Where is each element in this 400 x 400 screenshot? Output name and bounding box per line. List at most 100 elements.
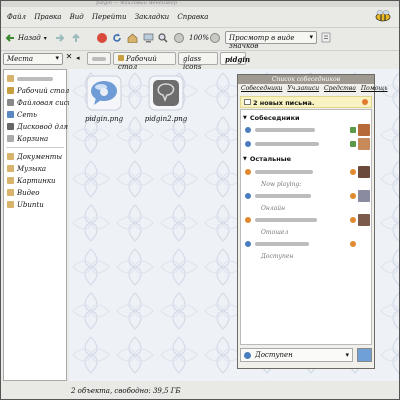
mail-notification-text: 2 новых письма.: [253, 99, 315, 107]
home-button[interactable]: [127, 32, 138, 44]
zoom-in-button[interactable]: [210, 32, 220, 44]
activity-icon: [350, 141, 356, 147]
close-sidebar-button[interactable]: ✕: [64, 52, 74, 64]
trash-icon: [7, 135, 14, 142]
file-manager-window: pidgin — Файловый менеджер Файл Правка В…: [0, 0, 400, 400]
folder-icon: [7, 189, 14, 196]
desktop-icon: [7, 87, 14, 94]
search-button[interactable]: [158, 32, 168, 44]
sidebar-home-label-blurred: [17, 76, 53, 81]
reload-button[interactable]: [112, 32, 122, 44]
activity-icon: [350, 127, 356, 133]
zoom-out-button[interactable]: [174, 32, 184, 44]
back-arrow-icon: [5, 34, 14, 42]
status-available-icon: [245, 241, 251, 247]
sidebar-item-network[interactable]: Сеть: [7, 109, 37, 120]
group-header[interactable]: ▼ Остальные: [243, 154, 291, 164]
zoom-level[interactable]: 100%: [189, 32, 209, 44]
network-icon: [7, 111, 14, 118]
back-dropdown-icon[interactable]: ▾: [44, 35, 47, 42]
buddy-list-menu: Собеседники Уч.записи Средства Помощь: [238, 85, 388, 94]
buddy-row[interactable]: [241, 238, 371, 250]
places-select[interactable]: Места ▾: [3, 53, 63, 65]
sidebar-item-desktop-label: Рабочий стол: [17, 86, 70, 95]
avatar: [358, 190, 370, 202]
sidebar-item-music[interactable]: Музыка: [7, 163, 46, 174]
buddy-row[interactable]: [241, 166, 371, 178]
avatar: [358, 124, 370, 136]
mail-notification[interactable]: 2 новых письма.: [240, 96, 372, 108]
breadcrumb-pidgin[interactable]: pidgin: [220, 52, 250, 65]
menu-help[interactable]: Помощь: [361, 85, 388, 92]
group-name: Собеседники: [249, 114, 300, 122]
buddy-name-blurred: [255, 142, 319, 146]
sidebar-item-trash-label: Корзина: [17, 134, 49, 143]
collapse-triangle-icon: ▼: [243, 115, 247, 121]
stop-button[interactable]: [97, 32, 107, 44]
menu-view[interactable]: Вид: [67, 9, 87, 21]
file-item-pidgin2[interactable]: pidgin2.png: [141, 75, 191, 123]
menu-edit[interactable]: Правка: [31, 9, 64, 21]
sidebar-item-ubuntu[interactable]: Ubuntu: [7, 199, 44, 210]
forward-arrow-icon: [56, 34, 65, 42]
group-name: Остальные: [249, 155, 292, 163]
sidebar-item-home[interactable]: [7, 73, 53, 84]
up-arrow-icon: [72, 33, 80, 42]
breadcrumb-glass-icons[interactable]: glass icons: [178, 52, 218, 71]
buddy-name-blurred: [255, 242, 309, 246]
menu-accounts[interactable]: Уч.записи: [287, 85, 319, 92]
title-bar[interactable]: pidgin — Файловый менеджер: [1, 0, 399, 7]
back-button[interactable]: Назад ▾: [5, 32, 47, 44]
sidebar-item-video-label: Видео: [17, 188, 40, 197]
status-available-icon: [244, 352, 251, 359]
chevron-down-icon: ▾: [345, 351, 349, 359]
pidgin-bubble-icon: [86, 75, 122, 111]
toolbar: Назад ▾ 100%: [1, 27, 399, 48]
buddy-name-blurred: [255, 218, 317, 222]
avatar: [358, 214, 370, 226]
buddy-list-title[interactable]: Список собеседников: [238, 75, 374, 84]
sidebar-item-trash[interactable]: Корзина: [7, 133, 48, 144]
computer-button[interactable]: [143, 32, 154, 44]
sidebar-item-pictures[interactable]: Картинки: [7, 175, 56, 186]
sidebar-item-desktop[interactable]: Рабочий стол: [7, 85, 69, 96]
buddy-name-blurred: [255, 170, 313, 174]
close-notification-icon[interactable]: [362, 99, 368, 105]
menu-help[interactable]: Справка: [174, 9, 211, 21]
buddy-row[interactable]: [241, 124, 371, 136]
status-selector[interactable]: Доступен ▾: [240, 348, 353, 362]
menu-buddies[interactable]: Собеседники: [241, 85, 282, 92]
places-label: Места: [7, 55, 34, 63]
view-options-button[interactable]: [321, 32, 331, 43]
my-avatar-button[interactable]: [357, 348, 372, 362]
path-left-button[interactable]: ◂: [76, 54, 85, 64]
home-icon: [127, 33, 138, 43]
sidebar-item-video[interactable]: Видео: [7, 187, 39, 198]
folder-icon: [7, 153, 14, 160]
buddy-row[interactable]: [241, 190, 371, 202]
menu-bookmarks[interactable]: Закладки: [132, 9, 172, 21]
sidebar-item-documents[interactable]: Документы: [7, 151, 62, 162]
forward-button[interactable]: [55, 32, 65, 44]
status-away-icon: [245, 169, 251, 175]
buddy-row[interactable]: [241, 214, 371, 226]
group-header[interactable]: ▼ Собеседники: [243, 113, 300, 123]
file-item-pidgin[interactable]: pidgin.png: [79, 75, 129, 123]
view-mode-select[interactable]: Просмотр в виде значков ▾: [225, 31, 317, 50]
activity-icon: [350, 217, 356, 223]
buddy-row[interactable]: [241, 138, 371, 150]
floppy-icon: [7, 123, 14, 130]
menu-file[interactable]: Файл: [4, 9, 29, 21]
folder-icon: [7, 165, 14, 172]
close-icon: ✕: [65, 52, 73, 61]
up-button[interactable]: [71, 32, 81, 44]
breadcrumb-desktop[interactable]: Рабочий стол: [113, 52, 176, 71]
sidebar-item-network-label: Сеть: [17, 110, 37, 119]
home-folder-icon: [7, 75, 14, 82]
breadcrumb-home[interactable]: [87, 52, 111, 65]
desktop-folder-icon: [118, 55, 124, 61]
folder-icon: [7, 177, 14, 184]
buddy-name-blurred: [255, 128, 315, 132]
menu-tools[interactable]: Средства: [324, 85, 356, 92]
menu-go[interactable]: Перейти: [89, 9, 130, 21]
